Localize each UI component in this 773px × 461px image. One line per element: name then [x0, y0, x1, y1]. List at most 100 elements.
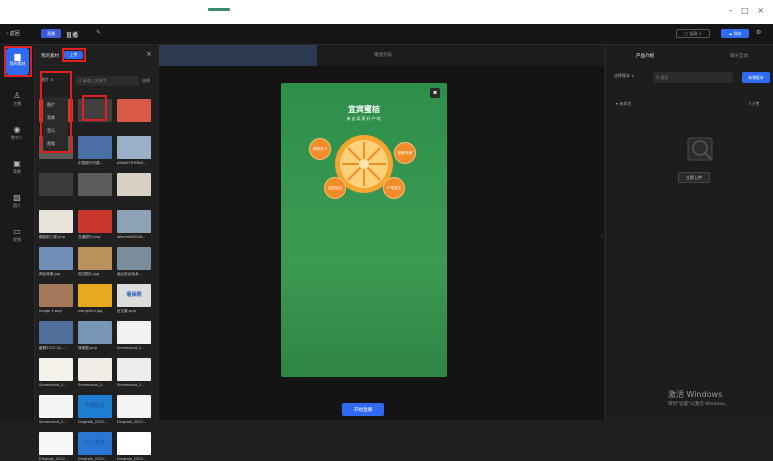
- preview-canvas: 播放列表 ▪ 宜宾蜜桔 来自高原好产地 鲜甜多汁 新鲜采摘 品质保证 产地直发 …: [159, 45, 604, 420]
- edit-pencil-icon[interactable]: ✎: [96, 29, 101, 36]
- material-name: Dingtalk_2022...: [78, 457, 108, 461]
- material-thumbnail[interactable]: 中城实业: [78, 395, 112, 418]
- activation-watermark-title: 激活 Windows: [668, 390, 723, 399]
- start-live-button[interactable]: 开始直播: [342, 403, 384, 416]
- window-controls[interactable]: – □ ×: [729, 6, 767, 15]
- image-icon: ▧: [13, 193, 21, 202]
- material-name: 截屏2022-02-...: [39, 346, 66, 350]
- material-thumbnail[interactable]: [39, 247, 73, 270]
- material-thumbnail[interactable]: [78, 210, 112, 233]
- unnamed-group[interactable]: ▾ 未命名: [616, 101, 631, 107]
- highlight-box: [82, 95, 107, 121]
- material-thumbnail[interactable]: [78, 136, 112, 159]
- panel-title: 我的素材: [41, 54, 59, 59]
- save-button[interactable]: ☁ 保存: [721, 29, 749, 38]
- material-thumbnail[interactable]: [78, 173, 112, 196]
- search-input[interactable]: Q 请输入关键字: [75, 76, 139, 86]
- material-name: 中国银行向建...: [78, 161, 103, 165]
- material-name: Dingtalk_2022...: [117, 457, 147, 461]
- material-thumbnail[interactable]: [117, 99, 151, 122]
- rail-item-image[interactable]: ▧ 图片: [0, 193, 34, 209]
- rail-item-anchor[interactable]: ♙ 主播: [0, 91, 34, 107]
- material-name: 模板制工程.png: [39, 235, 65, 239]
- feature-bubble: 鲜甜多汁: [309, 138, 331, 160]
- material-name: Screenshot_2...: [117, 383, 145, 387]
- close-icon[interactable]: ×: [146, 50, 152, 58]
- feature-bubble: 新鲜采摘: [394, 142, 416, 164]
- rail-item-label: 数字人: [11, 135, 23, 140]
- material-name: image 1.png: [39, 309, 62, 313]
- material-thumbnail[interactable]: [39, 358, 73, 381]
- material-name: Screenshot_2...: [39, 420, 67, 424]
- material-name: 背景图.png: [78, 346, 97, 350]
- material-thumbnail[interactable]: 少儿夏夜: [78, 432, 112, 455]
- material-name: 两会背景.jpg: [39, 272, 61, 276]
- poster-subtitle: 来自高原好产地: [346, 116, 382, 121]
- material-name: 画云前台技术...: [117, 272, 142, 276]
- feature-bubble: 产地直发: [383, 177, 405, 199]
- window-titlebar: – □ ×: [0, 0, 773, 24]
- thumbnail-text: 看保网: [126, 292, 142, 298]
- material-thumbnail[interactable]: [78, 358, 112, 381]
- background-icon: ▣: [13, 159, 21, 168]
- upload-link-label: 上传: [751, 101, 760, 106]
- material-name: 交通银行.png: [78, 235, 101, 239]
- material-thumbnail[interactable]: [78, 247, 112, 270]
- rail-item-digital-human[interactable]: ◉ 数字人: [0, 125, 34, 141]
- upload-now-button[interactable]: 立即上传: [678, 172, 710, 183]
- material-thumbnail[interactable]: [39, 432, 73, 455]
- material-panel: 我的素材 上传 × 图片 ∧ Q 请输入关键字 选择 中国银行向建... d5bd…: [35, 45, 158, 461]
- new-version-button[interactable]: 新增版本: [742, 72, 770, 83]
- fullscreen-icon[interactable]: ▪: [430, 88, 440, 98]
- mode-badge[interactable]: 直播: [41, 29, 61, 38]
- rail-item-label: 背景: [13, 169, 21, 174]
- material-thumbnail[interactable]: [39, 284, 73, 307]
- material-thumbnail[interactable]: 看保网: [117, 284, 151, 307]
- right-panel: 产品介绍 聊天互动 选择版本 ∨ Q 搜索 新增版本 ▾ 未命名 ⇪上传 立即上…: [605, 45, 773, 420]
- rail-item-background[interactable]: ▣ 背景: [0, 159, 34, 175]
- drag-handle[interactable]: [208, 8, 230, 11]
- settings-icon[interactable]: ⚙: [756, 29, 761, 36]
- material-name: d5bd0787f6e5...: [117, 161, 147, 165]
- app-topbar: ‹ 返回 直播 直播 ✎ ▢ 竖屏 ∨ ☁ 保存 ⚙: [0, 24, 773, 45]
- material-thumbnail[interactable]: [78, 284, 112, 307]
- highlight-box: [40, 71, 72, 153]
- collapse-right-icon[interactable]: ›: [601, 233, 603, 240]
- rail-item-video[interactable]: ▭ 视频: [0, 227, 34, 243]
- material-thumbnail[interactable]: [117, 136, 151, 159]
- material-thumbnail[interactable]: [39, 173, 73, 196]
- material-thumbnail[interactable]: [39, 395, 73, 418]
- tab-chat-interaction[interactable]: 聊天互动: [730, 53, 748, 59]
- upload-link[interactable]: ⇪上传: [748, 101, 759, 107]
- material-thumbnail[interactable]: [78, 321, 112, 344]
- material-thumbnail[interactable]: [117, 173, 151, 196]
- tab-product-intro[interactable]: 产品介绍: [636, 53, 654, 59]
- material-thumbnail[interactable]: [117, 247, 151, 270]
- material-name: WechatIMG26...: [117, 235, 146, 239]
- material-thumbnail[interactable]: [39, 210, 73, 233]
- save-label: 保存: [733, 30, 742, 36]
- rail-item-label: 视频: [13, 237, 21, 242]
- tab-scene[interactable]: [159, 45, 317, 66]
- material-thumbnail[interactable]: [117, 432, 151, 455]
- material-thumbnail[interactable]: [117, 395, 151, 418]
- material-thumbnail[interactable]: [117, 210, 151, 233]
- material-thumbnail[interactable]: [117, 321, 151, 344]
- tab-playlist[interactable]: 播放列表: [374, 52, 392, 58]
- product-search-input[interactable]: Q 搜索: [653, 72, 733, 83]
- orientation-select[interactable]: ▢ 竖屏 ∨: [676, 29, 710, 38]
- avatar-icon: ◉: [13, 125, 21, 134]
- thumbnail-text: 中城实业: [84, 403, 105, 409]
- material-thumbnail[interactable]: [39, 321, 73, 344]
- material-thumbnail[interactable]: [117, 358, 151, 381]
- phone-preview[interactable]: ▪ 宜宾蜜桔 来自高原好产地 鲜甜多汁 新鲜采摘 品质保证 产地直发: [281, 83, 447, 377]
- highlight-box: [4, 46, 32, 77]
- select-link[interactable]: 选择: [142, 78, 150, 84]
- person-icon: ♙: [13, 91, 21, 100]
- back-button[interactable]: ‹ 返回: [6, 30, 20, 37]
- thumbnail-text: 少儿夏夜: [84, 440, 105, 446]
- highlight-box: [62, 48, 86, 62]
- version-select[interactable]: 选择版本 ∨: [614, 73, 650, 83]
- rail-item-label: 图片: [13, 203, 21, 208]
- material-name: Screenshot_2...: [39, 383, 67, 387]
